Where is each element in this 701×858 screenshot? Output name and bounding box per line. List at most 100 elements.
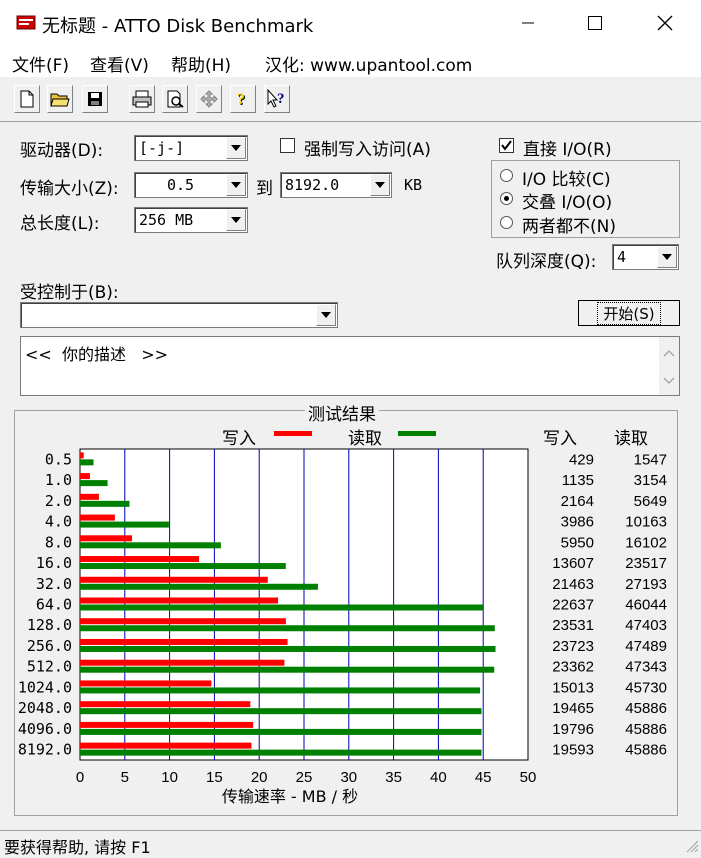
read-value: 45886 [625, 721, 667, 738]
read-bar [80, 542, 221, 549]
y-tick-label: 512.0 [27, 658, 72, 676]
legend-read-swatch [398, 431, 436, 436]
write-value: 22637 [552, 597, 594, 614]
force-write-label: 强制写入访问(A) [304, 140, 431, 160]
write-value: 15013 [552, 679, 594, 696]
write-value: 5950 [561, 534, 594, 551]
resize-grip-icon[interactable] [683, 837, 699, 853]
queue-depth-label: 队列深度(Q): [496, 252, 597, 272]
window-title: 无标题 - ATTO Disk Benchmark [42, 16, 314, 37]
radio-io-compare-label: I/O 比较(C) [522, 170, 611, 190]
write-bar [80, 680, 212, 687]
menu-help[interactable]: 帮助(H) [171, 51, 231, 76]
write-bar [80, 452, 84, 459]
description-scrollbar[interactable] [659, 337, 679, 395]
write-value: 429 [569, 451, 594, 468]
write-value: 21463 [552, 576, 594, 593]
write-value: 1135 [562, 472, 594, 489]
radio-io-compare[interactable] [500, 169, 513, 182]
transfer-from-select[interactable]: 0.5 [134, 172, 248, 198]
scroll-up-icon [663, 350, 675, 357]
read-value: 47343 [625, 659, 667, 676]
move-icon [200, 90, 218, 108]
chevron-down-icon[interactable] [226, 174, 246, 196]
y-tick-label: 2.0 [45, 492, 72, 510]
transfer-size-label: 传输大小(Z): [20, 179, 119, 199]
open-button[interactable] [47, 85, 73, 113]
direct-io-checkbox[interactable] [499, 138, 514, 153]
transfer-from-value: 0.5 [167, 176, 195, 194]
y-tick-label: 8.0 [45, 533, 72, 551]
print-icon [132, 90, 152, 108]
chevron-down-icon[interactable] [226, 209, 246, 231]
read-bar [80, 625, 495, 632]
context-help-button[interactable]: ? [264, 85, 290, 113]
write-bar [80, 535, 133, 542]
close-button[interactable] [642, 0, 688, 46]
move-button[interactable] [196, 85, 222, 113]
transfer-to-value: 8192.0 [285, 176, 340, 194]
maximize-icon [588, 16, 602, 30]
read-bar [80, 563, 286, 570]
menu-view[interactable]: 查看(V) [90, 51, 149, 76]
read-bar [80, 666, 495, 673]
read-value: 5649 [634, 493, 667, 510]
kb-label: KB [404, 176, 423, 194]
print-preview-button[interactable] [162, 85, 188, 113]
controlled-by-select[interactable] [20, 302, 338, 328]
svg-text:?: ? [237, 91, 245, 108]
force-write-checkbox[interactable] [280, 138, 295, 153]
write-bar [80, 473, 90, 480]
menu-localization[interactable]: 汉化: www.upantool.com [265, 51, 472, 76]
write-bar [80, 742, 252, 749]
read-bar [80, 645, 496, 652]
read-value: 47489 [625, 638, 667, 655]
new-button[interactable] [14, 85, 40, 113]
y-tick-label: 0.5 [45, 450, 72, 468]
chevron-down-icon[interactable] [316, 304, 336, 326]
menu-file[interactable]: 文件(F) [12, 51, 69, 76]
controlled-by-label: 受控制于(B): [20, 283, 119, 303]
y-tick-label: 1.0 [45, 471, 72, 489]
total-length-select[interactable]: 256 MB [134, 207, 248, 233]
description-textarea[interactable]: << 你的描述 >> [20, 336, 680, 396]
read-value: 23517 [625, 555, 667, 572]
x-tick-label: 15 [206, 769, 223, 786]
y-tick-label: 2048.0 [18, 699, 72, 717]
chevron-down-icon[interactable] [657, 246, 677, 268]
x-axis-label: 传输速率 - MB / 秒 [222, 787, 358, 806]
x-tick-label: 35 [385, 769, 402, 786]
drive-label: 驱动器(D): [20, 141, 104, 161]
save-button[interactable] [82, 85, 108, 113]
write-bar [80, 576, 268, 583]
x-tick-label: 25 [296, 769, 313, 786]
write-bar [80, 659, 285, 666]
radio-overlapped-io[interactable] [500, 192, 513, 205]
read-value: 45886 [625, 700, 667, 717]
chevron-down-icon[interactable] [226, 137, 246, 159]
app-icon [16, 13, 36, 31]
transfer-rate-chart: 0.5 429 1547 1.0 1135 3154 2.0 2164 5649 4.0 3986 1… [18, 448, 667, 806]
close-icon [657, 15, 673, 31]
to-label: 到 [256, 179, 273, 199]
x-tick-label: 30 [340, 769, 357, 786]
radio-overlapped-io-label: 交叠 I/O(O) [522, 193, 613, 213]
print-button[interactable] [129, 85, 155, 113]
start-button[interactable]: 开始(S) [578, 300, 680, 326]
write-bar [80, 556, 200, 563]
x-tick-label: 50 [520, 769, 537, 786]
queue-depth-select[interactable]: 4 [612, 244, 679, 270]
drive-select[interactable]: [-j-] [134, 135, 248, 161]
write-bar [80, 701, 251, 708]
maximize-button[interactable] [572, 0, 618, 46]
minimize-button[interactable] [505, 0, 551, 46]
write-value: 19593 [552, 742, 594, 759]
help-button[interactable]: ?? [230, 85, 256, 113]
transfer-to-select[interactable]: 8192.0 [280, 172, 392, 198]
radio-neither[interactable] [500, 216, 513, 229]
y-tick-label: 128.0 [27, 616, 72, 634]
chevron-down-icon[interactable] [370, 174, 390, 196]
write-value: 3986 [561, 514, 594, 531]
read-bar [80, 583, 318, 590]
write-value: 23723 [552, 638, 594, 655]
